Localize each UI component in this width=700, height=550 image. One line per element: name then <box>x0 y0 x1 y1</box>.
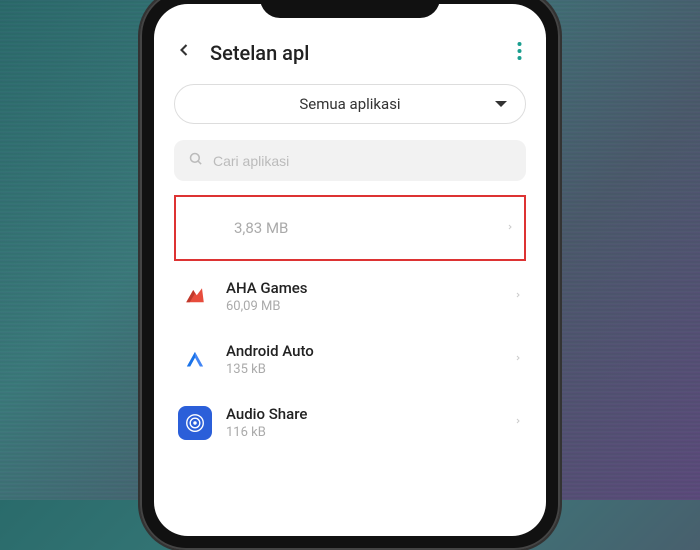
list-item-text: 3,83 MB <box>234 219 492 237</box>
list-item[interactable]: Android Auto 135 kB <box>174 328 526 391</box>
filter-row: Semua aplikasi <box>154 78 546 136</box>
app-name: Android Auto <box>226 342 500 360</box>
app-icon <box>178 280 212 314</box>
list-item-text: Audio Share 116 kB <box>226 405 500 440</box>
app-size: 135 kB <box>226 362 500 377</box>
phone-frame: Setelan apl Semua aplikasi 3,83 MB <box>140 0 560 550</box>
chevron-right-icon <box>514 413 522 432</box>
chevron-down-icon <box>495 101 507 107</box>
app-size: 116 kB <box>226 425 500 440</box>
app-icon <box>178 343 212 377</box>
chevron-right-icon <box>506 219 514 238</box>
phone-notch <box>260 0 440 18</box>
back-icon[interactable] <box>174 40 194 66</box>
list-item-text: Android Auto 135 kB <box>226 342 500 377</box>
list-item[interactable]: AHA Games 60,09 MB <box>174 265 526 328</box>
app-list: 3,83 MB AHA Games 60,09 MB <box>154 195 546 454</box>
chevron-right-icon <box>514 350 522 369</box>
page-title: Setelan apl <box>210 41 497 65</box>
app-size: 60,09 MB <box>226 299 500 314</box>
screen: Setelan apl Semua aplikasi 3,83 MB <box>154 4 546 536</box>
list-item-text: AHA Games 60,09 MB <box>226 279 500 314</box>
app-size: 3,83 MB <box>234 219 492 237</box>
list-item[interactable]: Audio Share 116 kB <box>174 391 526 454</box>
app-icon <box>186 211 220 245</box>
filter-label: Semua aplikasi <box>299 95 400 113</box>
app-name: Audio Share <box>226 405 500 423</box>
filter-dropdown[interactable]: Semua aplikasi <box>174 84 526 124</box>
app-name: AHA Games <box>226 279 500 297</box>
search-icon <box>188 151 203 170</box>
app-icon <box>178 406 212 440</box>
more-icon[interactable] <box>513 41 526 66</box>
chevron-right-icon <box>514 287 522 306</box>
list-item[interactable]: 3,83 MB <box>174 195 526 261</box>
search-input[interactable] <box>213 153 512 169</box>
search-bar[interactable] <box>174 140 526 181</box>
